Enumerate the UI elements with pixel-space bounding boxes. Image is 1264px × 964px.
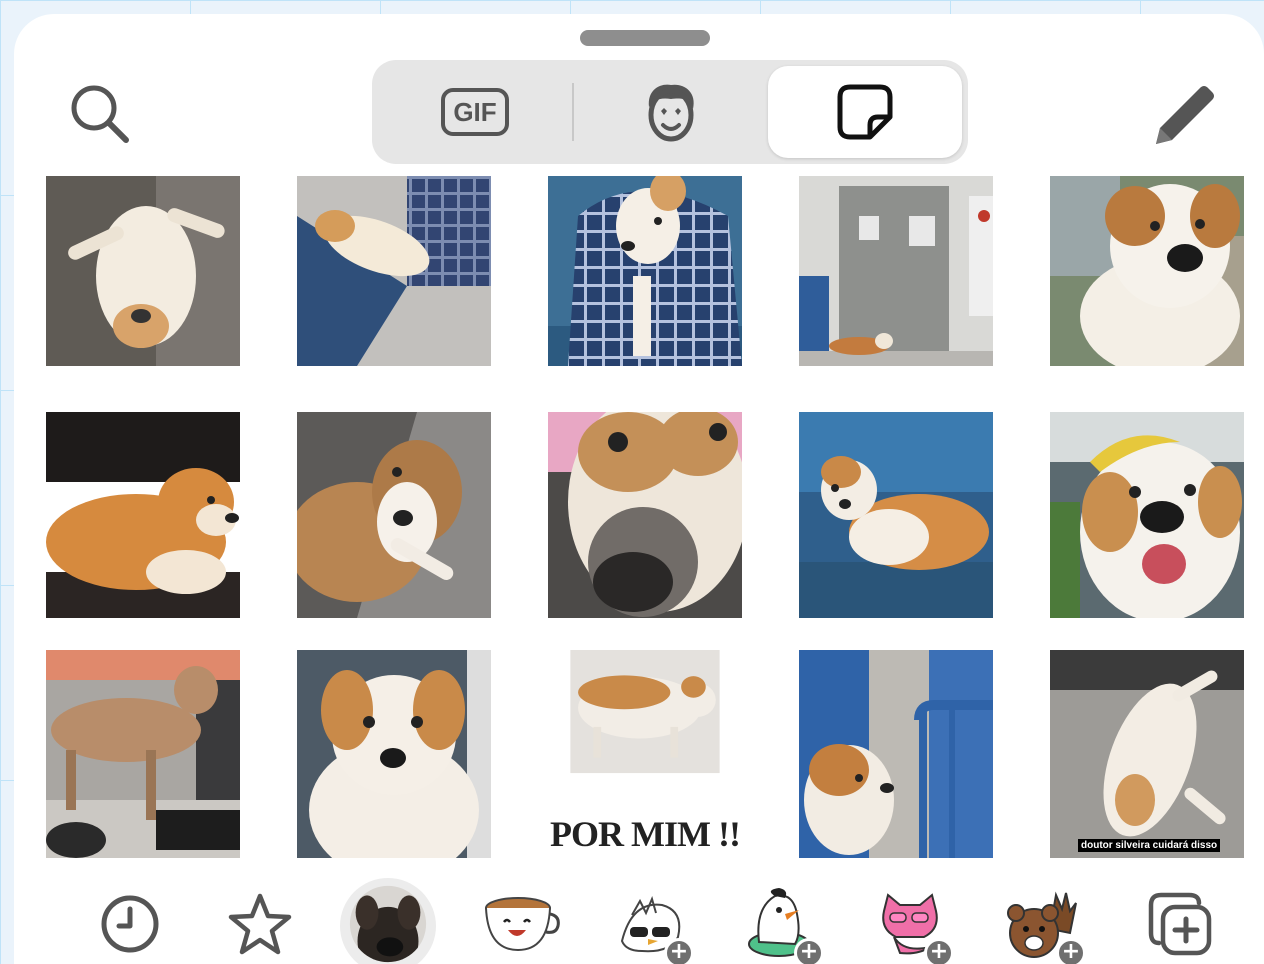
pack-recent[interactable]	[90, 884, 170, 964]
dog-sitting-portrait-image	[297, 650, 491, 858]
pack-bear[interactable]: +	[1002, 884, 1086, 964]
pencil-icon	[1156, 86, 1214, 144]
add-pack-badge: +	[794, 938, 824, 964]
add-pack-badge: +	[1056, 938, 1086, 964]
clock-icon	[101, 895, 159, 953]
search-icon	[71, 85, 129, 143]
sticker-picker-sheet: GIF POR MIM !! doutor silveira cuidará d…	[14, 14, 1264, 964]
edit-button[interactable]	[1146, 78, 1222, 154]
tab-stickers[interactable]	[768, 66, 962, 158]
add-sticker-icon	[1148, 892, 1212, 956]
sheet-grabber[interactable]	[580, 30, 710, 46]
dog-on-blue-sofa-image	[799, 412, 993, 618]
sticker-12[interactable]	[297, 650, 491, 858]
dog-nose-closeup-image	[548, 412, 742, 618]
sticker-pack-bar: + + + +	[14, 874, 1264, 964]
dog-face-closeup-outdoors-image	[1050, 176, 1244, 366]
dog-in-hallway-image	[799, 176, 993, 366]
sticker-15[interactable]: doutor silveira cuidará disso	[1050, 650, 1244, 858]
star-icon	[228, 893, 292, 955]
content-type-tabs: GIF	[372, 60, 968, 164]
sticker-icon	[837, 84, 893, 140]
search-button[interactable]	[66, 80, 136, 150]
add-pack-badge: +	[664, 938, 694, 964]
tab-avatar[interactable]	[574, 66, 768, 158]
pack-coffee[interactable]	[480, 884, 560, 964]
sticker-5[interactable]	[1050, 176, 1244, 366]
sticker-11[interactable]	[46, 650, 240, 858]
pack-cat[interactable]: +	[870, 884, 954, 964]
sticker-caption: POR MIM !!	[548, 810, 742, 858]
dog-by-blue-railing-image	[799, 650, 993, 858]
coffee-cup-icon	[485, 897, 560, 952]
dog-avatar-icon	[349, 885, 427, 963]
sticker-6[interactable]	[46, 412, 240, 618]
sticker-2[interactable]	[297, 176, 491, 366]
sticker-9[interactable]	[799, 412, 993, 618]
pack-penguin[interactable]: +	[740, 884, 824, 964]
sticker-10[interactable]	[1050, 412, 1244, 618]
dog-lying-on-floor-image	[297, 412, 491, 618]
pack-bird[interactable]: +	[610, 884, 694, 964]
dog-standing-in-crowd-image	[46, 650, 240, 858]
sticker-7[interactable]	[297, 412, 491, 618]
add-pack-badge: +	[924, 938, 954, 964]
dog-sleeping-on-blue-sofa-image	[297, 176, 491, 366]
sticker-3[interactable]	[548, 176, 742, 366]
sticker-8[interactable]	[548, 412, 742, 618]
tab-gif[interactable]: GIF	[378, 66, 572, 158]
dog-lying-on-leather-couch-image	[46, 412, 240, 618]
avatar-heart-eyes-icon	[648, 84, 694, 142]
sticker-caption-small: doutor silveira cuidará disso	[1078, 839, 1221, 852]
dog-rolling-on-floor-image	[1050, 650, 1244, 858]
dog-lying-upside-down-image	[46, 176, 240, 366]
sticker-13[interactable]: POR MIM !!	[548, 650, 742, 858]
sticker-14[interactable]	[799, 650, 993, 858]
dog-standing-meme-image	[570, 650, 720, 774]
gif-icon: GIF	[441, 88, 509, 136]
pack-dog[interactable]	[340, 878, 436, 964]
add-sticker-button[interactable]	[1140, 884, 1220, 964]
pack-favorites[interactable]	[220, 884, 300, 964]
sticker-1[interactable]	[46, 176, 240, 366]
dog-with-banana-on-head-image	[1050, 412, 1244, 618]
dog-wrapped-in-plaid-blanket-image	[548, 176, 742, 366]
sticker-4[interactable]	[799, 176, 993, 366]
